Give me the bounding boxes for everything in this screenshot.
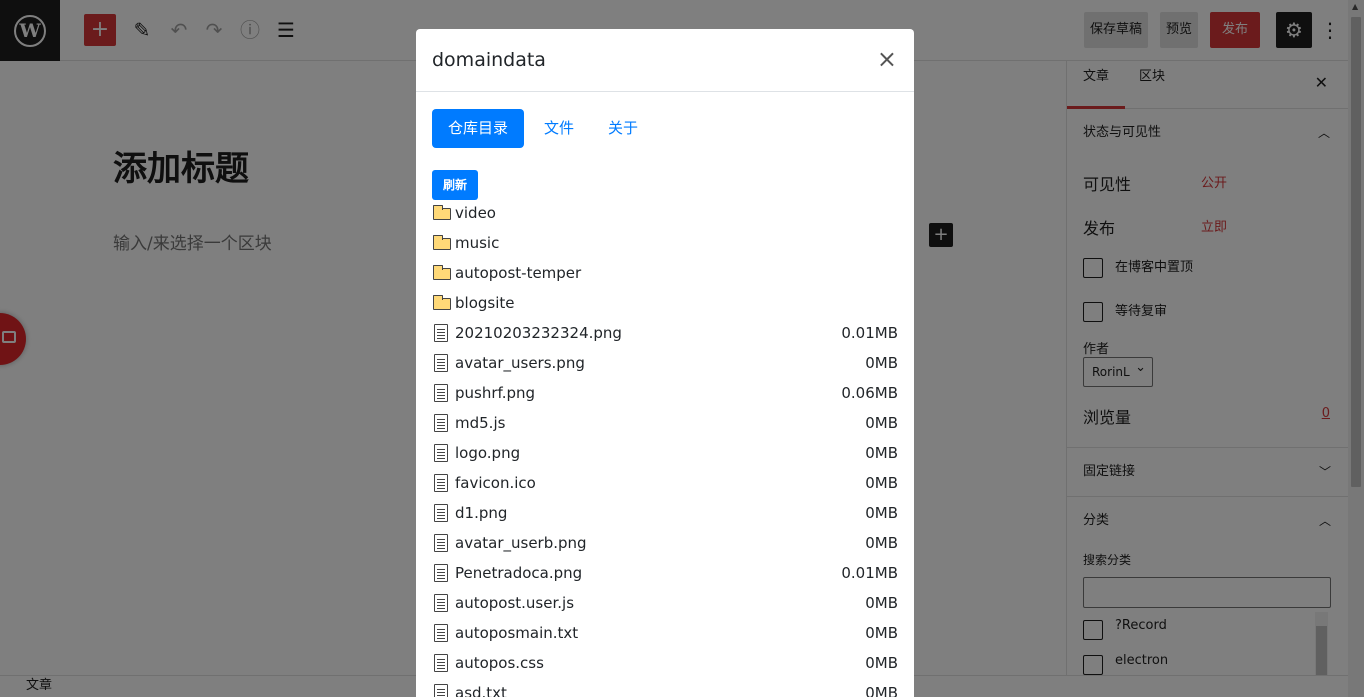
file-size: 0MB bbox=[865, 654, 898, 672]
file-row[interactable]: avatar_userb.png 0MB bbox=[432, 528, 898, 558]
document-icon bbox=[432, 648, 452, 678]
file-size: 0.01MB bbox=[841, 564, 898, 582]
file-row[interactable]: autoposmain.txt 0MB bbox=[432, 618, 898, 648]
folder-icon bbox=[432, 258, 452, 288]
file-name[interactable]: md5.js bbox=[455, 408, 505, 438]
file-row[interactable]: 20210203232324.png 0.01MB bbox=[432, 318, 898, 348]
file-size: 0.06MB bbox=[841, 384, 898, 402]
modal-backdrop[interactable]: domaindata × 仓库目录 文件 关于 刷新 video music aut… bbox=[0, 0, 1364, 697]
file-size: 0.01MB bbox=[841, 324, 898, 342]
file-size: 0MB bbox=[865, 534, 898, 552]
document-icon bbox=[432, 408, 452, 438]
file-size: 0MB bbox=[865, 414, 898, 432]
file-name[interactable]: Penetradoca.png bbox=[455, 558, 582, 588]
file-row[interactable]: autopos.css 0MB bbox=[432, 648, 898, 678]
dialog-title: domaindata bbox=[432, 49, 546, 71]
document-icon bbox=[432, 318, 452, 348]
folder-icon bbox=[432, 198, 452, 228]
file-name[interactable]: video bbox=[455, 198, 496, 228]
file-row[interactable]: logo.png 0MB bbox=[432, 438, 898, 468]
document-icon bbox=[432, 618, 452, 648]
document-icon bbox=[432, 558, 452, 588]
folder-row[interactable]: blogsite bbox=[432, 288, 898, 318]
folder-row[interactable]: music bbox=[432, 228, 898, 258]
file-name[interactable]: music bbox=[455, 228, 499, 258]
tab-repository[interactable]: 仓库目录 bbox=[432, 109, 525, 148]
dialog-header: domaindata × bbox=[416, 29, 914, 92]
domaindata-dialog: domaindata × 仓库目录 文件 关于 刷新 video music aut… bbox=[416, 29, 914, 697]
document-icon bbox=[432, 588, 452, 618]
folder-row[interactable]: video bbox=[432, 198, 898, 228]
file-name[interactable]: autopost.user.js bbox=[455, 588, 574, 618]
file-name[interactable]: asd.txt bbox=[455, 678, 507, 697]
file-list: video music autopost-temper blogsite 2021020… bbox=[432, 198, 898, 697]
refresh-button[interactable]: 刷新 bbox=[432, 170, 478, 200]
file-row[interactable]: favicon.ico 0MB bbox=[432, 468, 898, 498]
document-icon bbox=[432, 528, 452, 558]
close-icon[interactable]: × bbox=[877, 45, 897, 73]
file-row[interactable]: pushrf.png 0.06MB bbox=[432, 378, 898, 408]
file-size: 0MB bbox=[865, 594, 898, 612]
file-name[interactable]: autopos.css bbox=[455, 648, 544, 678]
file-name[interactable]: 20210203232324.png bbox=[455, 318, 622, 348]
file-row[interactable]: md5.js 0MB bbox=[432, 408, 898, 438]
file-name[interactable]: blogsite bbox=[455, 288, 514, 318]
file-name[interactable]: d1.png bbox=[455, 498, 507, 528]
file-name[interactable]: logo.png bbox=[455, 438, 520, 468]
file-row[interactable]: Penetradoca.png 0.01MB bbox=[432, 558, 898, 588]
tab-files[interactable]: 文件 bbox=[528, 109, 590, 148]
document-icon bbox=[432, 498, 452, 528]
file-name[interactable]: avatar_userb.png bbox=[455, 528, 587, 558]
document-icon bbox=[432, 468, 452, 498]
file-row[interactable]: asd.txt 0MB bbox=[432, 678, 898, 697]
file-name[interactable]: favicon.ico bbox=[455, 468, 536, 498]
folder-row[interactable]: autopost-temper bbox=[432, 258, 898, 288]
file-size: 0MB bbox=[865, 474, 898, 492]
file-row[interactable]: autopost.user.js 0MB bbox=[432, 588, 898, 618]
file-size: 0MB bbox=[865, 504, 898, 522]
folder-icon bbox=[432, 288, 452, 318]
file-name[interactable]: avatar_users.png bbox=[455, 348, 585, 378]
document-icon bbox=[432, 678, 452, 697]
file-name[interactable]: pushrf.png bbox=[455, 378, 535, 408]
document-icon bbox=[432, 348, 452, 378]
file-size: 0MB bbox=[865, 444, 898, 462]
document-icon bbox=[432, 438, 452, 468]
file-size: 0MB bbox=[865, 354, 898, 372]
file-name[interactable]: autopost-temper bbox=[455, 258, 581, 288]
folder-icon bbox=[432, 228, 452, 258]
file-name[interactable]: autoposmain.txt bbox=[455, 618, 578, 648]
document-icon bbox=[432, 378, 452, 408]
file-row[interactable]: d1.png 0MB bbox=[432, 498, 898, 528]
tab-about[interactable]: 关于 bbox=[592, 109, 654, 148]
file-size: 0MB bbox=[865, 624, 898, 642]
file-row[interactable]: avatar_users.png 0MB bbox=[432, 348, 898, 378]
file-size: 0MB bbox=[865, 684, 898, 697]
